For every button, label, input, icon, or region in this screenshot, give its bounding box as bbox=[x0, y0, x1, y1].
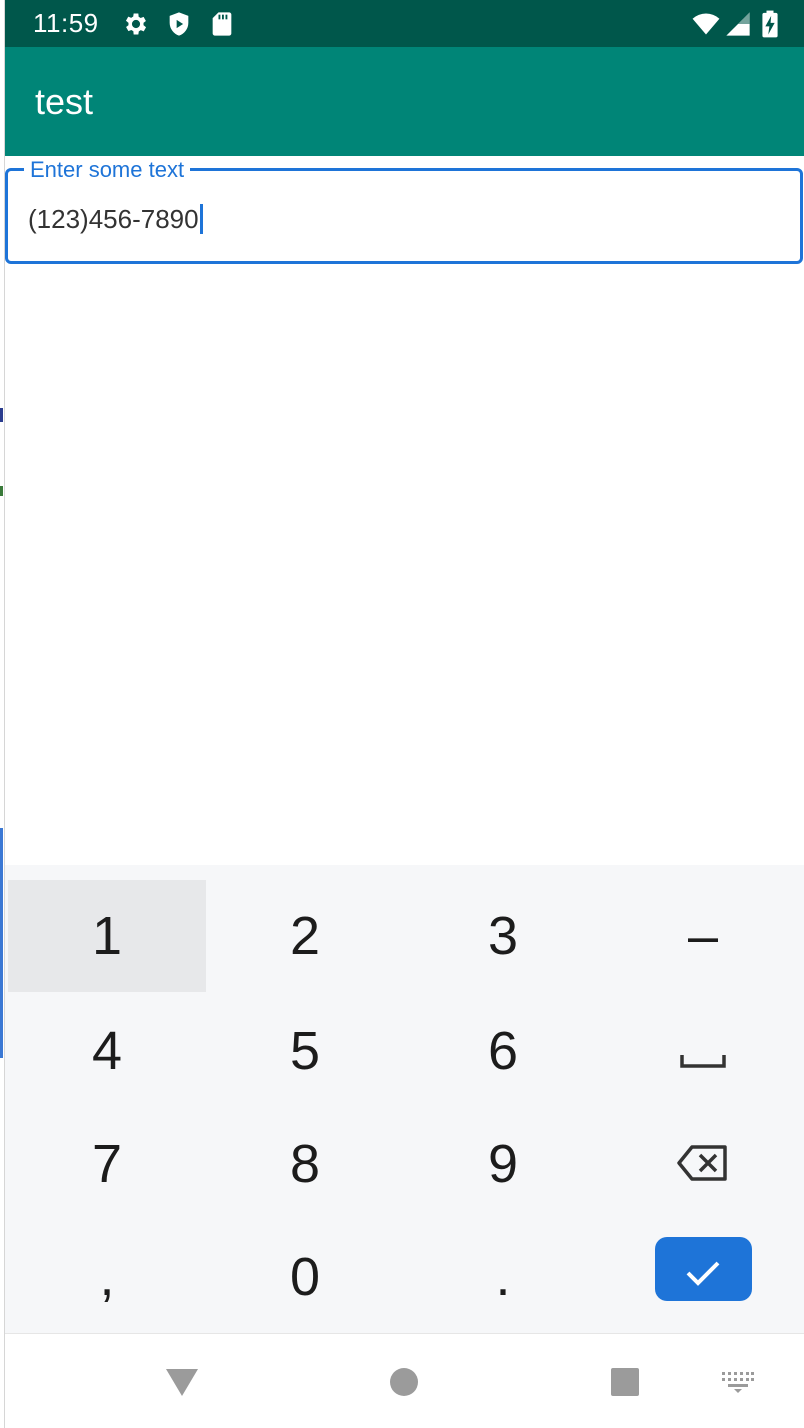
key-comma[interactable]: , bbox=[8, 1221, 206, 1333]
keyboard-switch-icon[interactable] bbox=[718, 1364, 758, 1400]
battery-charging-icon bbox=[759, 10, 781, 38]
status-time: 11:59 bbox=[33, 8, 99, 38]
key-label: 8 bbox=[289, 1134, 321, 1194]
status-bar: 11:59 bbox=[5, 0, 804, 47]
numeric-keyboard: 1 2 3 – 4 5 6 7 8 9 , 0 . bbox=[5, 865, 804, 1333]
key-3[interactable]: 3 bbox=[404, 880, 602, 992]
key-1[interactable]: 1 bbox=[8, 880, 206, 992]
wifi-icon bbox=[689, 10, 723, 38]
key-label: 6 bbox=[487, 1021, 519, 1081]
key-6[interactable]: 6 bbox=[404, 995, 602, 1107]
key-label: 0 bbox=[289, 1247, 321, 1307]
key-9[interactable]: 9 bbox=[404, 1108, 602, 1220]
signal-icon bbox=[724, 10, 752, 38]
key-space[interactable] bbox=[604, 995, 802, 1107]
shield-icon bbox=[165, 10, 193, 38]
space-icon bbox=[680, 1020, 726, 1082]
back-icon[interactable] bbox=[162, 1364, 202, 1400]
key-dash[interactable]: – bbox=[604, 880, 802, 992]
navigation-bar bbox=[5, 1333, 804, 1428]
recents-icon[interactable] bbox=[605, 1364, 645, 1400]
checkmark-icon bbox=[685, 1238, 721, 1300]
backspace-icon bbox=[677, 1133, 729, 1195]
key-label: 4 bbox=[91, 1021, 123, 1081]
key-label: 9 bbox=[487, 1134, 519, 1194]
key-5[interactable]: 5 bbox=[206, 995, 404, 1107]
field-value-container[interactable]: (123)456-7890 bbox=[28, 204, 203, 234]
edge-mark bbox=[0, 408, 3, 422]
key-label: 5 bbox=[289, 1021, 321, 1081]
key-7[interactable]: 7 bbox=[8, 1108, 206, 1220]
key-period[interactable]: . bbox=[404, 1221, 602, 1333]
key-label: . bbox=[495, 1247, 511, 1307]
key-label: 7 bbox=[91, 1134, 123, 1194]
key-done[interactable] bbox=[604, 1213, 802, 1325]
text-input-field[interactable]: Enter some text (123)456-7890 bbox=[5, 158, 803, 264]
key-backspace[interactable] bbox=[604, 1108, 802, 1220]
key-8[interactable]: 8 bbox=[206, 1108, 404, 1220]
gear-icon bbox=[122, 10, 150, 38]
key-label: 3 bbox=[487, 906, 519, 966]
key-2[interactable]: 2 bbox=[206, 880, 404, 992]
field-value: (123)456-7890 bbox=[28, 204, 199, 234]
edge-mark bbox=[0, 486, 3, 496]
app-bar: test bbox=[5, 47, 804, 156]
field-label: Enter some text bbox=[24, 158, 191, 182]
edge-mark bbox=[0, 828, 3, 1058]
home-icon[interactable] bbox=[384, 1364, 424, 1400]
key-label: – bbox=[687, 906, 719, 966]
key-label: , bbox=[99, 1247, 115, 1307]
key-label: 2 bbox=[289, 906, 321, 966]
key-0[interactable]: 0 bbox=[206, 1221, 404, 1333]
sd-card-icon bbox=[208, 10, 236, 38]
key-label: 1 bbox=[91, 906, 123, 966]
key-4[interactable]: 4 bbox=[8, 995, 206, 1107]
app-title: test bbox=[35, 81, 94, 122]
done-button[interactable] bbox=[654, 1237, 752, 1301]
text-cursor bbox=[199, 204, 203, 234]
